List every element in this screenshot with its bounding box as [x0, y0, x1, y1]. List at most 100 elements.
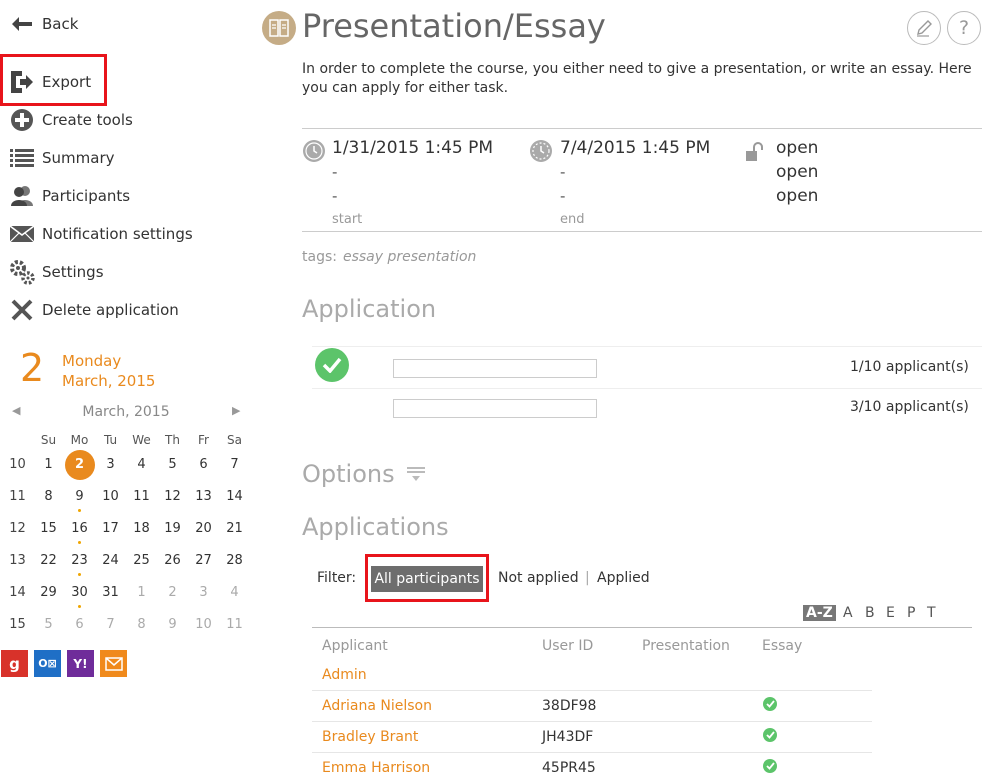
check-circle-icon [315, 348, 349, 382]
calendar-day[interactable]: 5 [33, 609, 64, 641]
page-description: In order to complete the course, you eit… [302, 61, 972, 96]
table-row-name[interactable]: Emma Harrison [322, 760, 430, 776]
calendar-day[interactable]: 6 [64, 609, 95, 641]
start-date-block: 1/31/2015 1:45 PM - - start [332, 136, 493, 230]
calendar-day[interactable]: 22 [33, 545, 64, 577]
calendar-day[interactable]: 4 [219, 577, 250, 609]
alpha-filter-p[interactable]: P [907, 605, 915, 621]
calendar-day[interactable]: 5 [157, 449, 188, 481]
tags-row: tags: essay presentation [302, 249, 476, 265]
calendar-day[interactable]: 9 [157, 609, 188, 641]
calendar-day[interactable]: 11 [126, 481, 157, 513]
calendar-day[interactable]: 16 [64, 513, 95, 545]
calendar-day[interactable]: 7 [219, 449, 250, 481]
calendar-day[interactable]: 29 [33, 577, 64, 609]
calendar-day[interactable]: 14 [219, 481, 250, 513]
divider [312, 346, 982, 347]
calendar-day[interactable]: 17 [95, 513, 126, 545]
event-dot [78, 605, 81, 608]
filter-applied[interactable]: Applied [597, 570, 650, 586]
filter-not-applied[interactable]: Not applied [498, 570, 579, 586]
calendar-day[interactable]: 25 [126, 545, 157, 577]
calendar-day[interactable]: 10 [188, 609, 219, 641]
calendar-day[interactable]: 26 [157, 545, 188, 577]
help-button[interactable]: ? [947, 11, 981, 45]
status-open: open [776, 186, 819, 206]
table-row-name[interactable]: Bradley Brant [322, 729, 418, 745]
dow-label: Sa [227, 433, 242, 447]
calendar-day[interactable]: 19 [157, 513, 188, 545]
calendar-day[interactable]: 11 [219, 609, 250, 641]
calendar-grid: Su Mo Tu We Th Fr Sa 10 1 2 3 4 5 6 7 11 8 9 10 11 12… [2, 431, 250, 641]
calendar-day[interactable]: 13 [188, 481, 219, 513]
calendar-day[interactable]: 8 [33, 481, 64, 513]
calendar-day[interactable]: 9 [64, 481, 95, 513]
back-button[interactable]: Back [8, 9, 78, 39]
table-row-name[interactable]: Admin [322, 667, 367, 683]
sidebar-item-label: Summary [42, 149, 115, 167]
col-applicant[interactable]: Applicant [322, 638, 388, 654]
calendar-day[interactable]: 1 [126, 577, 157, 609]
options-heading[interactable]: Options [302, 460, 395, 488]
sidebar-item-settings[interactable]: Settings [8, 257, 104, 287]
calendar-day[interactable]: 30 [64, 577, 95, 609]
sidebar-item-label: Export [42, 73, 92, 91]
sidebar-item-participants[interactable]: Participants [8, 181, 130, 211]
calendar-day[interactable]: 28 [219, 545, 250, 577]
alpha-filter-e[interactable]: E [886, 605, 895, 621]
calendar-day[interactable]: 18 [126, 513, 157, 545]
arrow-left-icon [8, 10, 36, 38]
calendar-day[interactable]: 27 [188, 545, 219, 577]
calendar-day[interactable]: 31 [95, 577, 126, 609]
calendar-day[interactable]: 2 [64, 449, 95, 481]
week-number: 14 [9, 585, 26, 600]
outlook-icon[interactable]: O⊠ [34, 650, 61, 677]
sidebar-item-export[interactable]: Export [8, 67, 91, 97]
sidebar-item-notification-settings[interactable]: Notification settings [8, 219, 193, 249]
table-row-name[interactable]: Adriana Nielson [322, 698, 432, 714]
calendar-next-icon[interactable]: ▶ [232, 404, 240, 417]
calendar-day[interactable]: 12 [157, 481, 188, 513]
alpha-filter-all[interactable]: A-Z [803, 605, 836, 621]
edit-button[interactable] [907, 11, 941, 45]
calendar-day[interactable]: 20 [188, 513, 219, 545]
check-icon [763, 728, 777, 742]
col-presentation[interactable]: Presentation [642, 638, 730, 654]
calendar-day[interactable]: 8 [126, 609, 157, 641]
calendar-day[interactable]: 2 [157, 577, 188, 609]
sidebar-item-summary[interactable]: Summary [8, 143, 115, 173]
col-essay[interactable]: Essay [762, 638, 802, 654]
application-option-input[interactable] [393, 359, 597, 378]
alpha-filter-b[interactable]: B [865, 605, 875, 621]
sidebar-item-create-tools[interactable]: Create tools [8, 105, 133, 135]
alpha-filter-a[interactable]: A [843, 605, 853, 621]
divider [312, 690, 872, 691]
mail-icon[interactable] [100, 650, 127, 677]
calendar-day[interactable]: 24 [95, 545, 126, 577]
yahoo-icon[interactable]: Y! [67, 650, 94, 677]
tags-values[interactable]: essay presentation [343, 249, 476, 265]
calendar-day[interactable]: 7 [95, 609, 126, 641]
application-option-input[interactable] [393, 399, 597, 418]
filter-separator: | [585, 570, 590, 586]
calendar-day[interactable]: 15 [33, 513, 64, 545]
status-open: open [776, 138, 819, 158]
filter-all-participants[interactable]: All participants [371, 566, 483, 592]
sidebar-item-delete-application[interactable]: Delete application [8, 295, 179, 325]
calendar-day[interactable]: 6 [188, 449, 219, 481]
calendar-day[interactable]: 21 [219, 513, 250, 545]
sidebar-item-label: Settings [42, 263, 104, 281]
google-icon[interactable]: g [1, 650, 28, 677]
calendar-day[interactable]: 1 [33, 449, 64, 481]
page-title: Presentation/Essay [302, 7, 606, 45]
calendar-day[interactable]: 3 [188, 577, 219, 609]
options-toggle-icon[interactable] [407, 467, 425, 487]
application-heading: Application [302, 295, 437, 323]
weekday-label: Monday [62, 352, 122, 370]
calendar-day[interactable]: 4 [126, 449, 157, 481]
calendar-day[interactable]: 10 [95, 481, 126, 513]
calendar-day[interactable]: 3 [95, 449, 126, 481]
calendar-day[interactable]: 23 [64, 545, 95, 577]
alpha-filter-t[interactable]: T [927, 605, 936, 621]
col-user-id[interactable]: User ID [542, 638, 593, 654]
